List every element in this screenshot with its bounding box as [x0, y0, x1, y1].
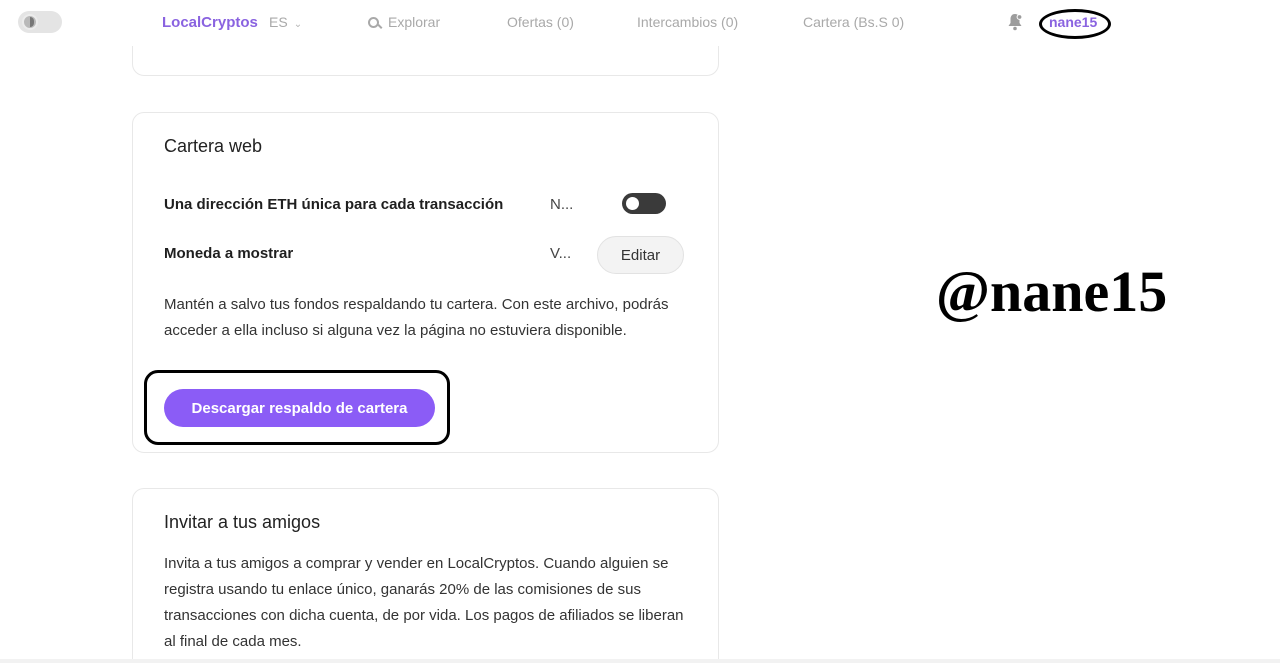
- username-highlight-circle: [1039, 9, 1111, 39]
- theme-icon: [22, 14, 38, 30]
- nav-explore[interactable]: Explorar: [368, 14, 440, 30]
- bottom-edge: [0, 659, 1280, 663]
- unique-address-label: Una dirección ETH única para cada transa…: [164, 196, 504, 213]
- language-selector[interactable]: ES ⌄: [269, 14, 302, 30]
- invite-card-title: Invitar a tus amigos: [164, 512, 321, 532]
- invite-card: Invitar a tus amigos Invita a tus amigos…: [132, 488, 719, 663]
- edit-currency-button[interactable]: Editar: [597, 236, 684, 274]
- bell-icon[interactable]: [1007, 13, 1023, 31]
- author-watermark: @nane15: [936, 259, 1168, 324]
- unique-address-toggle[interactable]: [622, 193, 666, 214]
- brand-logo[interactable]: LocalCryptos: [162, 14, 258, 31]
- nav-wallet[interactable]: Cartera (Bs.S 0): [803, 14, 904, 30]
- search-icon: [368, 17, 379, 28]
- backup-description: Mantén a salvo tus fondos respaldando tu…: [164, 296, 669, 339]
- language-label: ES: [269, 14, 288, 30]
- display-currency-value: V...: [550, 245, 572, 262]
- invite-description: Invita a tus amigos a comprar y vender e…: [164, 555, 684, 650]
- toggle-knob: [626, 197, 639, 210]
- nav-offers[interactable]: Ofertas (0): [507, 14, 574, 30]
- nav-trades[interactable]: Intercambios (0): [637, 14, 738, 30]
- top-nav: LocalCryptos ES ⌄ Explorar Ofertas (0) In…: [0, 0, 1280, 46]
- unique-address-value: N...: [550, 196, 574, 213]
- display-currency-label: Moneda a mostrar: [164, 245, 294, 262]
- chevron-down-icon: ⌄: [293, 19, 303, 30]
- button-highlight-box: [144, 370, 450, 445]
- nav-explore-label: Explorar: [388, 14, 441, 30]
- wallet-card-title: Cartera web: [164, 136, 263, 156]
- theme-toggle[interactable]: [18, 11, 62, 33]
